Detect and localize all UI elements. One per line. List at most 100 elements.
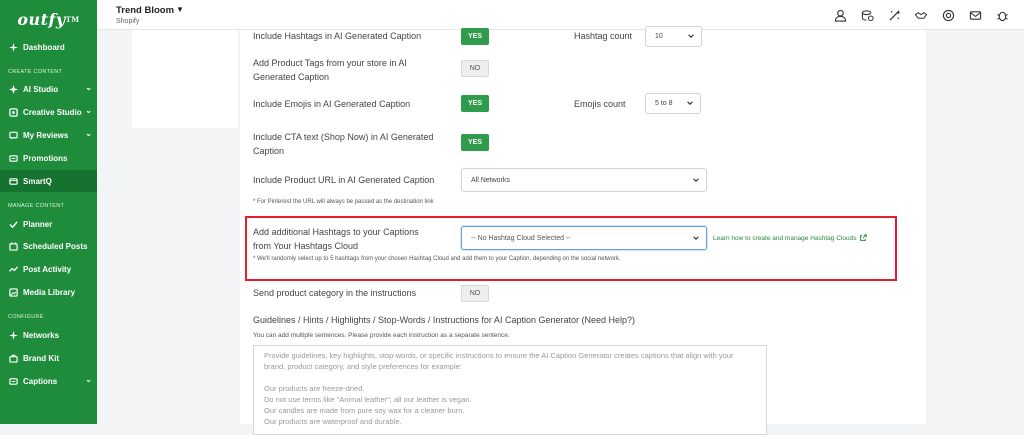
- support-icon[interactable]: [941, 8, 955, 22]
- logo-tm: TM: [65, 14, 80, 24]
- pinterest-note: * For Pinterest the URL will always be p…: [253, 199, 434, 205]
- hashtag-count-select[interactable]: 10: [645, 26, 702, 47]
- chevron-down-icon: ⌄: [85, 375, 92, 384]
- promotions-icon: [8, 153, 18, 163]
- ai-studio-icon: [8, 84, 18, 94]
- top-bar: Trend Bloom ▼ Shopify: [97, 0, 1024, 30]
- hashtag-count-label: Hashtag count: [574, 31, 633, 41]
- networks-icon: [8, 330, 18, 340]
- emojis-count-label: Emojis count: [574, 99, 626, 109]
- chevron-down-icon: [688, 34, 694, 38]
- guidelines-subtitle: You can add multiple sentences. Please p…: [253, 332, 510, 339]
- chevron-down-icon: ⌄: [85, 83, 92, 92]
- dashboard-icon: [8, 42, 18, 52]
- hashtag-cloud-select[interactable]: -- No Hashtag Cloud Selected --: [461, 226, 707, 250]
- cta-toggle[interactable]: YES: [461, 134, 489, 151]
- store-name[interactable]: Trend Bloom: [116, 5, 174, 16]
- magic-tools-icon[interactable]: [887, 8, 901, 22]
- hashtag-cloud-label-line-2: from Your Hashtags Cloud: [253, 241, 359, 251]
- sidebar-item-label: Dashboard: [23, 42, 65, 52]
- sidebar-item-planner[interactable]: Planner: [0, 213, 97, 235]
- product-url-select[interactable]: All Networks: [461, 168, 707, 192]
- sidebar-item-label: AI Studio: [23, 84, 59, 94]
- sidebar-item-smartq[interactable]: SmartQ: [0, 170, 97, 192]
- sidebar-item-dashboard[interactable]: Dashboard: [0, 36, 97, 58]
- guidelines-textarea[interactable]: Provide guidelines, key highlights, stop…: [253, 345, 767, 435]
- handshake-icon[interactable]: [914, 8, 928, 22]
- smartq-icon: [8, 176, 18, 186]
- placeholder-line: brand, product category, and style prefe…: [264, 362, 462, 371]
- sidebar-item-scheduled-posts[interactable]: Scheduled Posts: [0, 235, 97, 257]
- emojis-label: Include Emojis in AI Generated Caption: [253, 99, 411, 109]
- sidebar-item-captions[interactable]: Captions ⌄: [0, 370, 97, 392]
- planner-icon: [8, 219, 18, 229]
- sidebar: outfy TM Dashboard CREATE CONTENT AI Stud…: [0, 0, 97, 424]
- preview-card: [132, 30, 238, 128]
- sidebar-item-label: Networks: [23, 330, 60, 340]
- emojis-count-value: 5 to 8: [655, 100, 673, 107]
- placeholder-line: Provide guidelines, key highlights, stop…: [264, 351, 734, 360]
- product-tags-toggle[interactable]: NO: [461, 60, 489, 77]
- product-tags-label-line-2: Generated Caption: [253, 72, 330, 82]
- reviews-icon: [8, 130, 18, 140]
- mail-icon[interactable]: [968, 8, 982, 22]
- user-icon[interactable]: [833, 8, 847, 22]
- guidelines-title: Guidelines / Hints / Highlights / Stop-W…: [253, 315, 636, 325]
- chevron-down-icon: ⌄: [85, 106, 92, 115]
- sidebar-item-label: Post Activity: [23, 264, 72, 274]
- sidebar-item-label: Promotions: [23, 153, 68, 163]
- product-url-value: All Networks: [471, 176, 510, 184]
- bug-icon[interactable]: [995, 8, 1009, 22]
- section-create-content: CREATE CONTENT: [8, 69, 63, 75]
- emojis-toggle[interactable]: YES: [461, 95, 489, 112]
- post-activity-icon: [8, 264, 18, 274]
- store-switcher-caret-icon[interactable]: ▼: [176, 5, 184, 14]
- placeholder-line: Our products are waterproof and durable.: [264, 417, 402, 426]
- sidebar-item-brand-kit[interactable]: Brand Kit: [0, 347, 97, 369]
- placeholder-line: Do not use terms like "Animal leather"; …: [264, 395, 472, 404]
- placeholder-line: Our products are freeze-dried.: [264, 384, 365, 393]
- sidebar-item-post-activity[interactable]: Post Activity: [0, 258, 97, 280]
- sidebar-item-creative-studio[interactable]: Creative Studio ⌄: [0, 101, 97, 123]
- section-manage-content: MANAGE CONTENT: [8, 203, 65, 209]
- sidebar-item-ai-studio[interactable]: AI Studio ⌄: [0, 78, 97, 100]
- creative-studio-icon: [8, 107, 18, 117]
- media-library-icon: [8, 287, 18, 297]
- chevron-down-icon: ⌄: [85, 129, 92, 138]
- sidebar-item-label: Media Library: [23, 287, 76, 297]
- hashtag-cloud-help-link[interactable]: Learn how to create and manage Hashtag C…: [713, 234, 868, 242]
- chevron-down-icon: [687, 101, 693, 105]
- emojis-count-select[interactable]: 5 to 8: [645, 93, 701, 114]
- hashtag-cloud-help-text: Learn how to create and manage Hashtag C…: [713, 234, 857, 242]
- captions-icon: [8, 376, 18, 386]
- section-configure: CONFIGURE: [8, 314, 44, 320]
- logo-text: outfy: [17, 9, 66, 29]
- sidebar-item-label: Scheduled Posts: [23, 241, 88, 251]
- hashtags-label: Include Hashtags in AI Generated Caption: [253, 31, 422, 41]
- sidebar-item-promotions[interactable]: Promotions: [0, 147, 97, 169]
- sidebar-item-label: Creative Studio: [23, 107, 82, 117]
- product-url-label: Include Product URL in AI Generated Capt…: [253, 175, 435, 185]
- sidebar-item-label: SmartQ: [23, 176, 52, 186]
- chevron-down-icon: [693, 236, 699, 240]
- store-platform: Shopify: [116, 18, 140, 25]
- sidebar-item-label: Planner: [23, 219, 53, 229]
- sidebar-item-networks[interactable]: Networks: [0, 324, 97, 346]
- placeholder-line: Our candles are made from pure soy wax f…: [264, 406, 465, 415]
- hashtags-toggle[interactable]: YES: [461, 28, 489, 45]
- hashtag-cloud-value: -- No Hashtag Cloud Selected --: [471, 234, 571, 242]
- outfy-logo[interactable]: outfy TM: [0, 0, 97, 38]
- billing-icon[interactable]: [860, 8, 874, 22]
- sidebar-item-my-reviews[interactable]: My Reviews ⌄: [0, 124, 97, 146]
- sidebar-item-media-library[interactable]: Media Library: [0, 281, 97, 303]
- product-category-toggle[interactable]: NO: [461, 285, 489, 302]
- scheduled-posts-icon: [8, 241, 18, 251]
- brand-kit-icon: [8, 353, 18, 363]
- sidebar-item-label: My Reviews: [23, 130, 69, 140]
- sidebar-item-label: Captions: [23, 376, 58, 386]
- hashtag-cloud-note: * We'll randomly select up to 5 hashtags…: [253, 256, 621, 262]
- product-category-label: Send product category in the instruction…: [253, 288, 417, 298]
- external-link-icon: [860, 234, 868, 241]
- hashtag-count-value: 10: [655, 33, 663, 40]
- cta-label-line-2: Caption: [253, 146, 285, 156]
